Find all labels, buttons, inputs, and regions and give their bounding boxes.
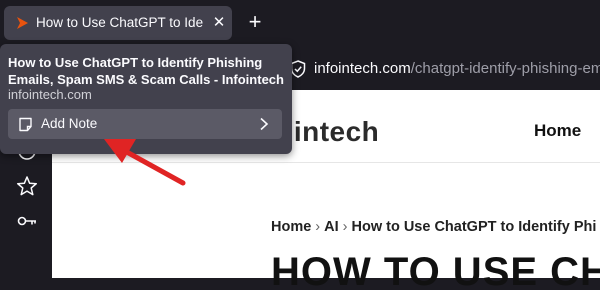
breadcrumb-current: How to Use ChatGPT to Identify Phi: [351, 219, 597, 235]
article-headline: HOW TO USE CH: [271, 250, 600, 290]
site-logo[interactable]: ·intech: [284, 116, 380, 147]
add-note-button[interactable]: Add Note: [8, 109, 282, 139]
logo-text: intech: [293, 116, 380, 147]
shield-check-icon[interactable]: [290, 60, 306, 78]
tab-close-icon[interactable]: ✕: [210, 14, 228, 32]
star-icon[interactable]: [16, 175, 38, 197]
note-icon: [19, 117, 32, 132]
tab-strip: How to Use ChatGPT to Identify ✕ +: [0, 0, 600, 44]
breadcrumb-home[interactable]: Home: [271, 219, 311, 235]
new-tab-button[interactable]: +: [244, 11, 266, 34]
breadcrumb-separator: ›: [315, 219, 321, 235]
hover-card-domain: infointech.com: [8, 87, 92, 102]
hover-card-title: How to Use ChatGPT to Identify Phishing …: [8, 55, 284, 87]
url-path: /chatgpt-identify-phishing-em: [410, 60, 600, 77]
active-tab[interactable]: How to Use ChatGPT to Identify ✕: [4, 6, 232, 40]
tab-hover-card: How to Use ChatGPT to Identify Phishing …: [0, 44, 292, 154]
tab-title: How to Use ChatGPT to Identify: [36, 15, 204, 30]
add-note-label: Add Note: [41, 116, 98, 131]
header-divider: [52, 162, 600, 163]
breadcrumb-ai[interactable]: AI: [324, 219, 339, 235]
url-text[interactable]: infointech.com/chatgpt-identify-phishing…: [314, 60, 600, 80]
nav-home-link[interactable]: Home: [534, 121, 581, 141]
breadcrumb-separator: ›: [342, 219, 348, 235]
url-domain: infointech.com: [314, 60, 411, 77]
key-icon[interactable]: [16, 210, 38, 232]
breadcrumb: Home › AI › How to Use ChatGPT to Identify P…: [271, 219, 600, 239]
url-bar[interactable]: infointech.com/chatgpt-identify-phishing…: [290, 52, 600, 88]
infointech-favicon-icon: [17, 17, 28, 29]
chevron-right-icon: [260, 117, 269, 131]
